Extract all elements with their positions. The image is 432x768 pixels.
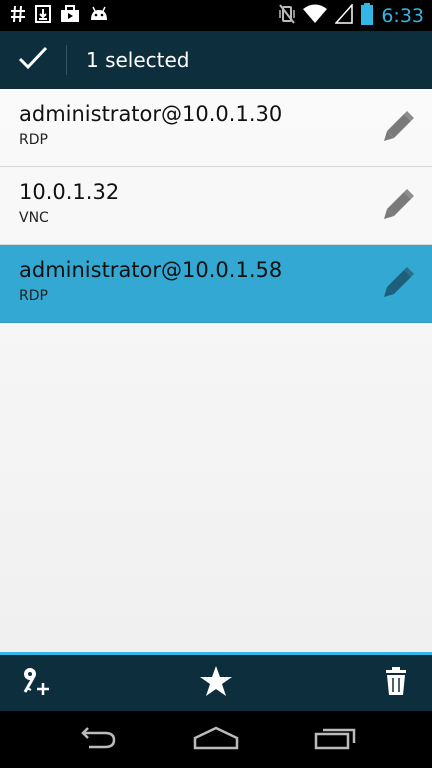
connection-list: administrator@10.0.1.30 RDP 10.0.1.32 VN… [0,89,432,654]
favorite-button[interactable] [186,655,246,711]
done-button[interactable] [0,31,66,89]
back-button[interactable] [56,711,136,768]
download-icon [35,5,51,27]
selection-count-title: 1 selected [86,48,190,72]
vibrate-icon [279,4,296,28]
connection-protocol: RDP [19,288,48,304]
delete-button[interactable] [366,655,426,711]
hash-icon [10,5,26,27]
back-icon [75,726,117,753]
status-clock: 6:33 [381,5,424,27]
bottom-action-bar [0,655,432,711]
connection-row[interactable]: 10.0.1.32 VNC [0,167,432,245]
status-bar: 6:33 [0,0,432,31]
connection-row[interactable]: administrator@10.0.1.30 RDP [0,89,432,167]
recent-apps-icon [314,726,358,754]
connection-name: administrator@10.0.1.58 [19,258,283,282]
add-key-icon [21,666,51,700]
star-icon [199,665,233,701]
briefcase-icon [60,5,80,27]
contextual-action-bar: 1 selected [0,31,432,120]
home-button[interactable] [176,711,256,768]
connection-protocol: VNC [19,210,49,226]
android-icon [89,6,109,26]
edit-pencil-icon[interactable] [380,109,416,145]
connection-protocol: RDP [19,132,48,148]
wifi-icon [303,4,328,28]
connection-row-selected[interactable]: administrator@10.0.1.58 RDP [0,245,432,323]
home-icon [193,726,239,754]
trash-icon [384,666,408,700]
signal-icon [334,3,354,28]
recent-apps-button[interactable] [296,711,376,768]
action-bar-divider [66,45,67,75]
connection-name: 10.0.1.32 [19,180,120,204]
add-key-button[interactable] [6,655,66,711]
checkmark-icon [18,46,48,74]
edit-pencil-icon[interactable] [380,265,416,301]
battery-icon [361,3,374,29]
navigation-bar [0,711,432,768]
connection-name: administrator@10.0.1.30 [19,102,283,126]
edit-pencil-icon[interactable] [380,187,416,223]
